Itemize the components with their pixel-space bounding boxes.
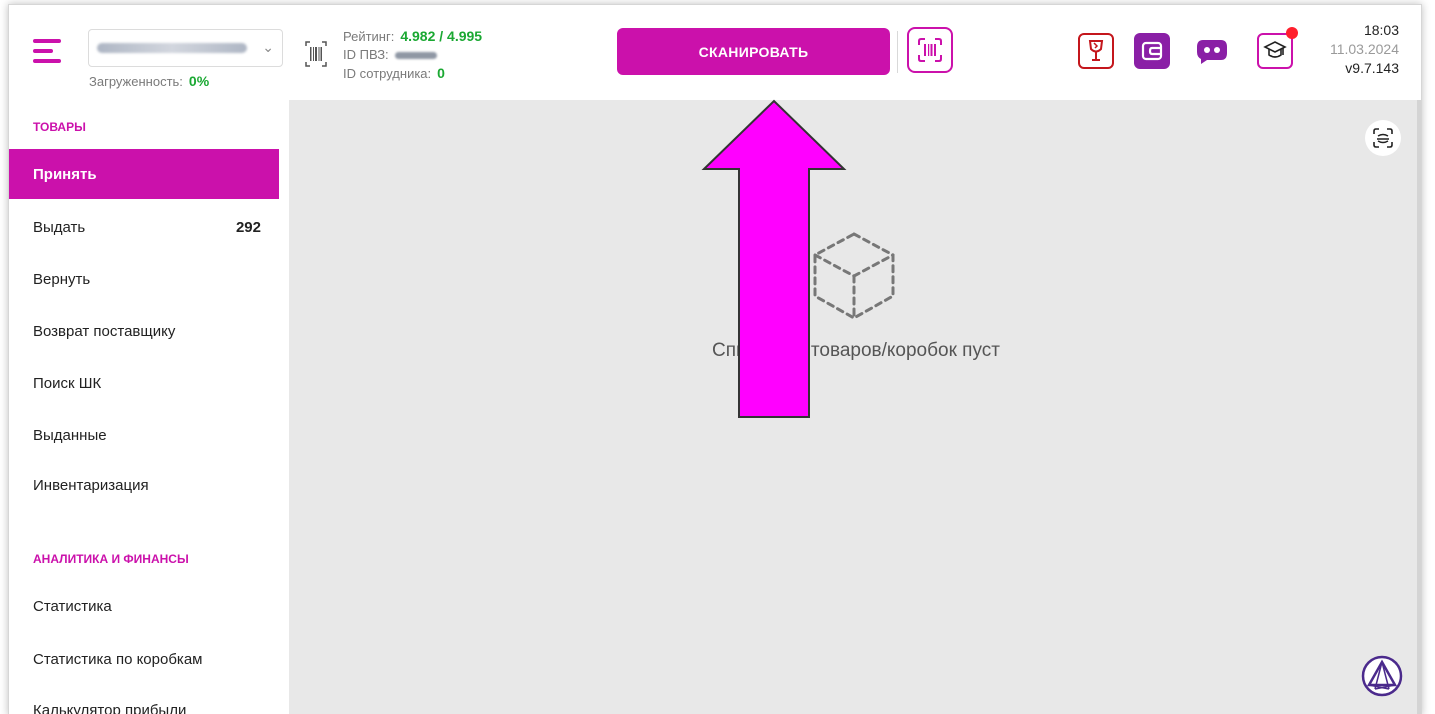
empty-list-text: Список п х товаров/коробок пуст [712,340,1000,361]
pvz-id-redacted [394,52,437,60]
rating-label: Рейтинг: [343,29,395,44]
sidebar-item-label: Инвентаризация [33,476,149,494]
sidebar: ТОВАРЫ Принять Выдать 292 Вернуть Возвра… [9,100,289,714]
sidebar-item-label: Возврат поставщику [33,322,176,340]
store-name-redacted [97,43,247,53]
sidebar-item-label: Выдать [33,218,86,236]
sidebar-item-accept[interactable]: Принять [9,149,279,199]
top-header: ⌄ Загруженность: 0% Рейтинг: 4.982 / 4.995… [9,5,1421,100]
employee-id-label: ID сотрудника: [343,66,432,81]
arrow-annotation [701,99,847,418]
education-cap-icon[interactable] [1257,27,1298,69]
scrollbar[interactable] [1417,100,1421,714]
wallet-icon[interactable] [1134,33,1170,69]
scanner-icon[interactable] [907,27,953,73]
pvz-meta: Рейтинг: 4.982 / 4.995 ID ПВЗ: ID сотрудн… [343,27,482,83]
store-select[interactable]: ⌄ [88,29,283,67]
load-label: Загруженность: [89,74,183,89]
sidebar-item-label: Статистика [33,597,112,615]
fragile-glass-icon[interactable] [1078,33,1114,69]
time: 18:03 [1363,22,1399,38]
chevron-down-icon: ⌄ [262,39,274,55]
sidebar-item-issued[interactable]: Выданные [9,410,279,460]
brand-logo-icon[interactable] [1361,655,1403,697]
sidebar-item-barcode-search[interactable]: Поиск ШК [9,358,279,408]
sidebar-item-issue[interactable]: Выдать 292 [9,202,279,252]
rating-value: 4.982 / 4.995 [400,28,483,44]
notification-dot [1286,27,1298,39]
clock: 18:03 11.03.2024 v9.7.143 [1330,21,1399,78]
sidebar-item-inventory[interactable]: Инвентаризация [9,460,279,510]
issue-count-badge: 292 [235,218,261,236]
sidebar-item-label: Выданные [33,426,107,444]
employee-id-value: 0 [437,65,445,81]
divider [897,31,898,73]
chat-bot-icon[interactable] [1194,33,1230,69]
load-indicator: Загруженность: 0% [89,73,209,89]
menu-icon[interactable] [33,39,61,63]
main-content: Список п х товаров/коробок пуст [289,99,1421,714]
sidebar-item-label: Поиск ШК [33,374,102,392]
app-window: ⌄ Загруженность: 0% Рейтинг: 4.982 / 4.995… [8,4,1422,714]
sidebar-item-profit-calculator[interactable]: Калькулятор прибыли [9,685,279,714]
sidebar-item-box-statistics[interactable]: Статистика по коробкам [9,634,279,684]
scan-button[interactable]: СКАНИРОВАТЬ [617,28,890,75]
date: 11.03.2024 [1329,41,1399,57]
sidebar-item-return[interactable]: Вернуть [9,254,279,304]
section-title-finance: АНАЛИТИКА И ФИНАНСЫ [33,552,189,566]
version: v9.7.143 [1345,60,1399,76]
scan-frame-icon[interactable] [1365,120,1401,156]
pvz-id-label: ID ПВЗ: [343,47,389,62]
sidebar-item-label: Статистика по коробкам [33,650,203,668]
sidebar-item-statistics[interactable]: Статистика [9,581,279,631]
barcode-icon[interactable] [305,41,327,67]
sidebar-item-label: Калькулятор прибыли [33,701,187,714]
sidebar-item-label: Вернуть [33,270,91,288]
sidebar-item-supplier-return[interactable]: Возврат поставщику [9,306,279,356]
section-title-goods: ТОВАРЫ [33,120,86,134]
load-value: 0% [188,73,210,89]
sidebar-item-label: Принять [33,165,97,183]
